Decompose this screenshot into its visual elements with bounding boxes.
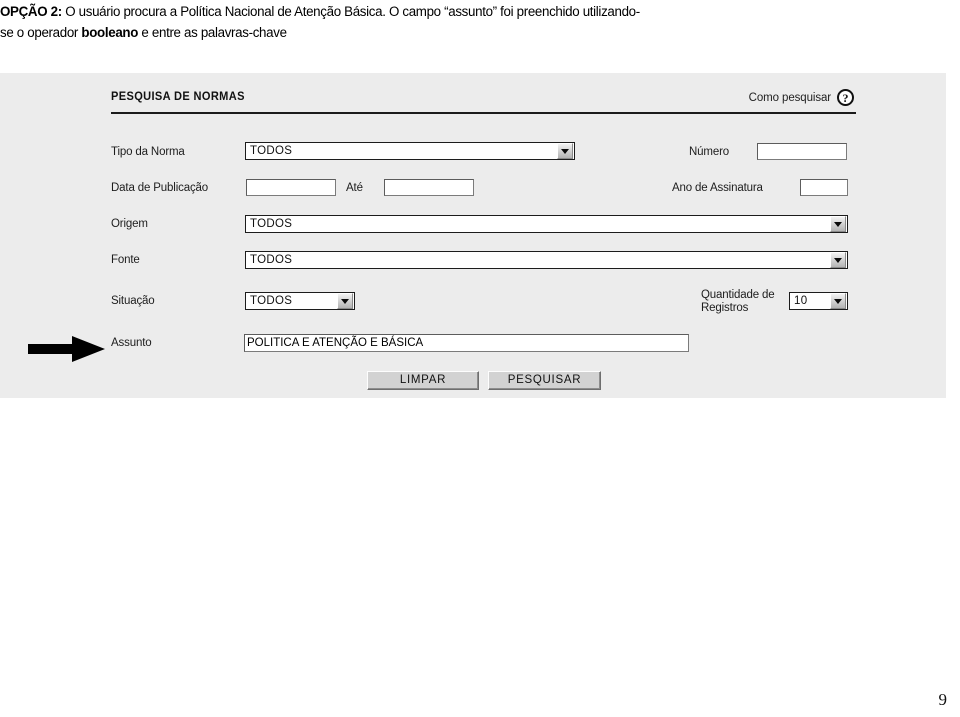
chevron-down-icon[interactable]: [557, 143, 573, 159]
input-data-de-publicacao[interactable]: [246, 179, 336, 196]
select-origem[interactable]: TODOS: [245, 215, 848, 233]
select-situacao[interactable]: TODOS: [245, 292, 355, 310]
label-quantidade-line1: Quantidade de: [701, 289, 775, 301]
chevron-down-icon[interactable]: [830, 293, 846, 309]
chevron-down-icon[interactable]: [830, 216, 846, 232]
select-quantidade-value: 10: [794, 295, 808, 307]
label-ate: Até: [346, 182, 363, 194]
select-quantidade-de-registros[interactable]: 10: [789, 292, 848, 310]
label-fonte: Fonte: [111, 254, 140, 266]
select-fonte-value: TODOS: [250, 254, 293, 266]
label-ano-de-assinatura: Ano de Assinatura: [672, 182, 763, 194]
label-quantidade-de-registros: Quantidade de Registros: [701, 289, 775, 314]
label-situacao: Situação: [111, 295, 155, 307]
label-quantidade-line2: Registros: [701, 301, 749, 314]
input-assunto[interactable]: POLITICA E ATENÇÃO E BÁSICA: [244, 334, 689, 352]
caption-option-label: OPÇÃO 2:: [0, 4, 62, 20]
input-numero[interactable]: [757, 143, 847, 160]
label-numero: Número: [689, 146, 730, 158]
how-to-search-link[interactable]: Como pesquisar ?: [749, 89, 854, 106]
label-tipo-da-norma: Tipo da Norma: [111, 146, 185, 158]
select-situacao-value: TODOS: [250, 295, 293, 307]
caption-paragraph: OPÇÃO 2: O usuário procura a Política Na…: [0, 2, 901, 44]
help-question-icon[interactable]: ?: [837, 89, 854, 106]
select-tipo-da-norma[interactable]: TODOS: [245, 142, 575, 160]
search-button[interactable]: PESQUISAR: [488, 371, 601, 390]
select-tipo-da-norma-value: TODOS: [250, 145, 293, 157]
page-title: PESQUISA DE NORMAS: [111, 89, 245, 103]
caption-line2-text-a: se o operador: [0, 25, 82, 41]
label-data-de-publicacao: Data de Publicação: [111, 182, 209, 194]
select-fonte[interactable]: TODOS: [245, 251, 848, 269]
how-to-search-label: Como pesquisar: [748, 91, 831, 104]
clear-button[interactable]: LIMPAR: [367, 371, 479, 390]
caption-line1-text: O usuário procura a Política Nacional de…: [61, 4, 640, 20]
caption-line2-text-b: e entre as palavras-chave: [138, 25, 287, 41]
search-form-screenshot: PESQUISA DE NORMAS Como pesquisar ? Tipo…: [0, 73, 946, 398]
chevron-down-icon[interactable]: [830, 252, 846, 268]
chevron-down-icon[interactable]: [337, 293, 353, 309]
input-ano-de-assinatura[interactable]: [800, 179, 848, 196]
label-assunto: Assunto: [111, 337, 152, 349]
select-origem-value: TODOS: [250, 218, 293, 230]
label-origem: Origem: [111, 218, 148, 230]
page-number: 9: [938, 690, 948, 709]
header-divider: [111, 112, 856, 114]
right-arrow-icon: [28, 336, 105, 362]
input-data-ate[interactable]: [384, 179, 474, 196]
caption-booleano-emphasis: booleano: [81, 25, 139, 41]
